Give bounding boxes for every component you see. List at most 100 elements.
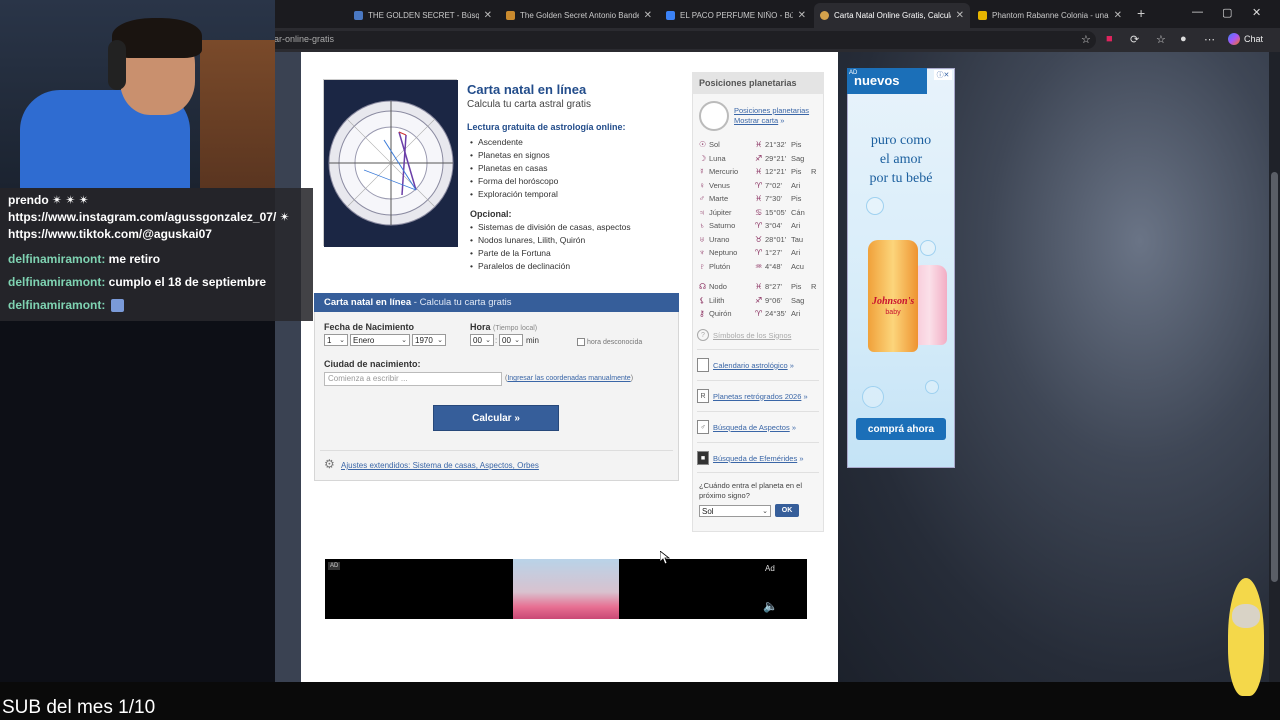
scrollbar-thumb[interactable] [1271, 172, 1278, 582]
optional-features-list: Sistemas de división de casas, aspectos … [470, 222, 631, 274]
list-item: Planetas en signos [470, 150, 558, 163]
url-field[interactable]: ar-online-gratis [268, 31, 1096, 49]
sign-glyph-icon: ♒ [755, 261, 763, 271]
tab-phantom-rabanne[interactable]: Phantom Rabanne Colonia - una ✕ [972, 4, 1128, 26]
chat-message: https://www.instagram.com/agussgonzalez_… [8, 210, 290, 224]
city-input[interactable]: Comienza a escribir ... [324, 372, 502, 386]
tab-carta-natal[interactable]: Carta Natal Online Gratis, Calcula ✕ [814, 3, 970, 28]
brand-sub: baby [885, 309, 901, 316]
retrograde-flag: R [811, 282, 817, 291]
planet-glyph-icon: ♆ [699, 248, 705, 257]
unknown-time-checkbox[interactable] [577, 338, 585, 346]
bottom-video-ad[interactable]: AD Ad 🔈 [325, 559, 807, 619]
planet-degree: 12°21' [765, 167, 787, 176]
chevron-down-icon: ⌄ [485, 337, 491, 344]
planet-name: Plutón [709, 261, 731, 271]
more-icon[interactable]: ⋯ [1204, 33, 1215, 46]
aspects-icon: ♂ [697, 420, 709, 434]
chevron-down-icon: ⌄ [401, 337, 407, 344]
planet-select[interactable]: Sol ⌄ [699, 505, 771, 517]
refresh-icon[interactable]: ⟳ [1130, 33, 1139, 46]
shop-now-button[interactable]: comprá ahora [856, 418, 946, 440]
divider [697, 349, 819, 350]
birth-date-label: Fecha de Nacimiento [324, 322, 415, 332]
year-select[interactable]: 1970 ⌄ [412, 334, 446, 346]
show-chart-link[interactable]: Mostrar carta [734, 116, 778, 125]
natal-chart-image[interactable] [323, 79, 458, 247]
star-icon[interactable]: ☆ [1081, 33, 1091, 46]
astro-calendar-link[interactable]: Calendario astrológico [713, 361, 788, 370]
coords-link-wrap: (Ingresar las coordenadas manualmente) [505, 375, 634, 382]
list-item: Planetas en casas [470, 163, 558, 176]
list-item: Nodos lunares, Lilith, Quirón [470, 235, 631, 248]
close-icon[interactable]: ✕ [644, 10, 652, 21]
planet-glyph-icon: ♂ [699, 194, 705, 203]
tab-golden-secret-search[interactable]: THE GOLDEN SECRET - Búsqueda ✕ [348, 4, 498, 26]
calculate-button[interactable]: Calcular » [433, 405, 559, 431]
stream-chat: prendo ✴ ✴ ✴ https://www.instagram.com/a… [0, 188, 313, 321]
ok-button[interactable]: OK [775, 504, 799, 517]
calendar-icon [697, 358, 709, 372]
adchoices-icon[interactable]: ⓘ✕ [934, 70, 952, 80]
screen: THE GOLDEN SECRET - Búsqueda ✕ The Golde… [0, 0, 1280, 720]
time-label: Hora (Tiempo local) [470, 322, 538, 332]
planet-row: ☽ Luna ♐ 29°21' Sag [699, 152, 819, 165]
bubble-decoration [862, 386, 884, 408]
mini-chart-icon[interactable] [699, 101, 729, 131]
tab-el-paco-perfume[interactable]: EL PACO PERFUME NIÑO - Búsqu ✕ [660, 4, 812, 26]
aspects-search-link[interactable]: Búsqueda de Aspectos [713, 423, 790, 432]
favorites-icon[interactable]: ☆ [1156, 33, 1166, 46]
sign-glyph-icon: ♈ [755, 309, 763, 318]
stream-bottom-bar [0, 682, 1280, 720]
cat-face [1232, 604, 1260, 628]
minimize-button[interactable]: — [1192, 6, 1203, 18]
retrograde-link[interactable]: Planetas retrógrados 2026 [713, 392, 801, 401]
day-select[interactable]: 1 ⌄ [324, 334, 348, 346]
planet-degree: 28°01' [765, 234, 787, 244]
ephemeris-search-link[interactable]: Búsqueda de Efemérides [713, 454, 797, 463]
planet-row: ♄ Saturno ♈ 3°04' Ari [699, 219, 819, 232]
close-icon[interactable]: ✕ [956, 10, 964, 21]
manual-coords-link[interactable]: Ingresar las coordenadas manualmente [507, 375, 630, 382]
close-window-button[interactable]: ✕ [1252, 6, 1261, 19]
volume-icon[interactable]: 🔈 [763, 599, 778, 613]
list-item: Paralelos de declinación [470, 261, 631, 274]
planet-degree: 1°27' [765, 248, 782, 257]
planet-sign: Pis [791, 140, 802, 149]
close-icon[interactable]: ✕ [484, 10, 492, 21]
month-select[interactable]: Enero ⌄ [350, 334, 410, 346]
maximize-button[interactable]: ▢ [1222, 6, 1232, 19]
page-left-margin [275, 52, 301, 682]
ad-product-image [513, 559, 619, 619]
new-tab-button[interactable]: + [1137, 5, 1145, 21]
hour-select[interactable]: 00 ⌄ [470, 334, 494, 346]
extended-settings-link[interactable]: Ajustes extendidos: Sistema de casas, As… [341, 461, 539, 470]
site-icon [820, 11, 829, 20]
sign-glyph-icon: ♓ [755, 282, 763, 291]
extension-icon[interactable]: ■ [1106, 33, 1113, 45]
minute-select[interactable]: 00 ⌄ [499, 334, 523, 346]
unknown-time-option[interactable]: hora desconocida [577, 338, 642, 346]
signs-symbols-link[interactable]: Símbolos de los Signos [713, 331, 791, 340]
planet-sign: Pis [791, 282, 802, 291]
planet-positions-link[interactable]: Posiciones planetarias [734, 106, 809, 116]
tab-golden-secret-antonio[interactable]: The Golden Secret Antonio Bande ✕ [500, 4, 658, 26]
close-icon[interactable]: ✕ [1114, 10, 1122, 21]
banner-ad-label: Ad [765, 564, 775, 573]
planet-degree: 29°21' [765, 153, 787, 163]
copilot-button[interactable]: Chat [1228, 33, 1263, 45]
planet-glyph-icon: ♀ [699, 180, 705, 190]
planet-name: Nodo [709, 282, 727, 291]
planet-sign: Ari [791, 180, 801, 190]
banana-cat-mascot [1222, 578, 1272, 698]
planet-glyph-icon: ☿ [699, 167, 705, 176]
panel-header: Posiciones planetarias [692, 72, 824, 94]
brand-logo: Johnson's [872, 296, 915, 307]
gear-icon: ⚙ [324, 457, 335, 471]
list-item: Exploración temporal [470, 189, 558, 202]
sign-glyph-icon: ♐ [755, 295, 763, 305]
copilot-icon [1228, 33, 1240, 45]
close-icon[interactable]: ✕ [798, 10, 806, 21]
ad-headline-1: puro como [870, 133, 932, 148]
profile-avatar[interactable]: ● [1180, 33, 1187, 45]
